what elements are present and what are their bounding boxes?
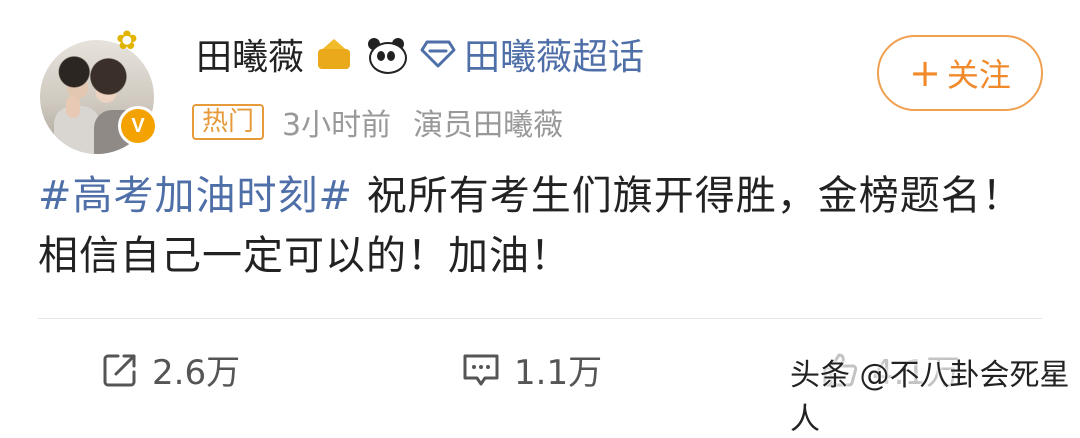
- crown-icon[interactable]: [314, 37, 354, 71]
- hot-badge: 热门: [192, 104, 265, 140]
- divider: [38, 318, 1042, 319]
- share-icon: [103, 354, 136, 386]
- share-count: 2.6万: [152, 353, 241, 393]
- super-topic-link[interactable]: 田曦薇超话: [464, 28, 644, 80]
- name-row: 田曦薇 田曦薇超话: [196, 32, 644, 78]
- source-watermark: 头条 @不八卦会死星人: [790, 358, 1070, 437]
- post-meta: 热门 3小时前 演员田曦薇: [192, 100, 563, 144]
- share-button[interactable]: 2.6万: [100, 345, 240, 394]
- comment-count: 1.1万: [514, 353, 603, 393]
- follow-button[interactable]: + 关注: [877, 35, 1043, 111]
- username[interactable]: 田曦薇: [196, 28, 304, 80]
- follow-label: 关注: [946, 56, 1011, 94]
- plus-icon: +: [909, 51, 941, 95]
- avatar-hand: [66, 96, 80, 118]
- avatar-container[interactable]: ✿ V: [38, 26, 168, 154]
- post-time: 3小时前: [282, 108, 392, 143]
- panda-icon[interactable]: [366, 36, 408, 74]
- avatar-pendant-icon: ✿: [116, 26, 138, 56]
- post-text: #高考加油时刻# 祝所有考生们旗开得胜，金榜题名！相信自己一定可以的！加油！: [38, 166, 1038, 286]
- post-source: 演员田曦薇: [413, 108, 564, 143]
- verified-badge-icon: V: [118, 106, 158, 146]
- diamond-icon: [420, 40, 456, 68]
- comment-icon: [463, 354, 499, 385]
- hashtag-link[interactable]: #高考加油时刻#: [38, 173, 353, 219]
- comment-button[interactable]: 1.1万: [460, 345, 602, 394]
